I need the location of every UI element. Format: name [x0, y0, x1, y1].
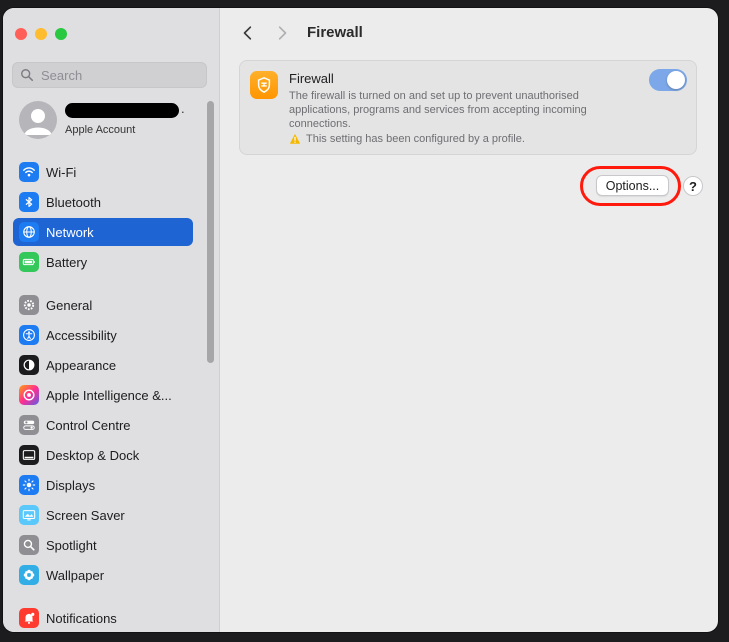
apple-account-item[interactable]: . Apple Account	[19, 101, 209, 141]
sidebar-item-control-centre[interactable]: Control Centre	[13, 411, 193, 439]
forward-button[interactable]	[272, 22, 294, 44]
sidebar-item-label: General	[46, 297, 93, 313]
firewall-title: Firewall	[289, 71, 334, 86]
globe-icon	[19, 222, 39, 242]
sidebar-item-label: Network	[46, 224, 94, 240]
sidebar-item-spotlight[interactable]: Spotlight	[13, 531, 193, 559]
control-centre-icon	[19, 415, 39, 435]
wifi-icon	[19, 162, 39, 182]
wallpaper-icon	[19, 565, 39, 585]
sidebar-item-label: Bluetooth	[46, 194, 101, 210]
sidebar-item-label: Wallpaper	[46, 567, 105, 583]
apple-intelligence-icon	[19, 385, 39, 405]
account-name-trailing: .	[181, 101, 185, 116]
sidebar-item-label: Spotlight	[46, 537, 97, 553]
displays-icon	[19, 475, 39, 495]
sidebar-item-apple-intelligence[interactable]: Apple Intelligence &...	[13, 381, 193, 409]
notifications-icon	[19, 608, 39, 628]
sidebar-item-displays[interactable]: Displays	[13, 471, 193, 499]
search-field[interactable]	[12, 62, 207, 88]
search-icon	[21, 69, 34, 82]
sidebar-scrollbar[interactable]	[207, 101, 214, 363]
sidebar-item-label: Displays	[46, 477, 96, 493]
search-input[interactable]	[39, 66, 203, 84]
sidebar-item-label: Apple Intelligence &...	[46, 387, 172, 403]
sidebar-item-label: Desktop & Dock	[46, 447, 140, 463]
options-button[interactable]: Options...	[596, 175, 669, 196]
firewall-card: Firewall The firewall is turned on and s…	[239, 60, 697, 155]
system-settings-window: . Apple Account Wi-Fi Bluetooth Network Bat…	[3, 8, 718, 632]
help-button[interactable]: ?	[683, 176, 703, 196]
account-label: Apple Account	[65, 124, 136, 136]
screen-saver-icon	[19, 505, 39, 525]
account-name-redacted	[65, 103, 179, 118]
sidebar-item-label: Control Centre	[46, 417, 131, 433]
sidebar-item-battery[interactable]: Battery	[13, 248, 193, 276]
battery-icon	[19, 252, 39, 272]
sidebar-item-notifications[interactable]: Notifications	[13, 604, 193, 632]
sidebar: . Apple Account Wi-Fi Bluetooth Network Bat…	[3, 8, 220, 632]
zoom-window-button[interactable]	[55, 28, 67, 40]
close-window-button[interactable]	[15, 28, 27, 40]
spotlight-icon	[19, 535, 39, 555]
sidebar-item-desktop-dock[interactable]: Desktop & Dock	[13, 441, 193, 469]
firewall-description: The firewall is turned on and set up to …	[289, 90, 587, 130]
firewall-shield-icon	[250, 71, 278, 99]
back-button[interactable]	[236, 22, 258, 44]
firewall-toggle[interactable]	[649, 69, 687, 91]
sidebar-item-label: Accessibility	[46, 327, 117, 343]
sidebar-item-appearance[interactable]: Appearance	[13, 351, 193, 379]
avatar	[19, 101, 57, 139]
gear-icon	[19, 295, 39, 315]
sidebar-item-label: Screen Saver	[46, 507, 125, 523]
toolbar: Firewall	[220, 8, 718, 58]
toggle-knob	[667, 71, 685, 89]
page-title: Firewall	[307, 24, 363, 41]
sidebar-item-label: Appearance	[46, 357, 117, 373]
sidebar-item-wifi[interactable]: Wi-Fi	[13, 158, 193, 186]
sidebar-item-label: Notifications	[46, 610, 117, 626]
sidebar-item-bluetooth[interactable]: Bluetooth	[13, 188, 193, 216]
profile-note-text: This setting has been configured by a pr…	[306, 133, 525, 145]
dock-icon	[19, 445, 39, 465]
sidebar-item-wallpaper[interactable]: Wallpaper	[13, 561, 193, 589]
main-pane: Firewall Firewall The firewall is turned…	[220, 8, 718, 632]
minimize-window-button[interactable]	[35, 28, 47, 40]
person-icon	[24, 109, 52, 135]
sidebar-item-label: Wi-Fi	[46, 164, 77, 180]
sidebar-item-label: Battery	[46, 254, 88, 270]
window-controls	[15, 28, 67, 40]
sidebar-item-general[interactable]: General	[13, 291, 193, 319]
chevron-right-icon	[278, 26, 287, 40]
profile-note: This setting has been configured by a pr…	[289, 133, 525, 145]
chevron-left-icon	[243, 26, 252, 40]
sidebar-item-accessibility[interactable]: Accessibility	[13, 321, 193, 349]
sidebar-item-screen-saver[interactable]: Screen Saver	[13, 501, 193, 529]
accessibility-icon	[19, 325, 39, 345]
appearance-icon	[19, 355, 39, 375]
sidebar-item-network[interactable]: Network	[13, 218, 193, 246]
warning-icon	[289, 133, 301, 144]
bluetooth-icon	[19, 192, 39, 212]
